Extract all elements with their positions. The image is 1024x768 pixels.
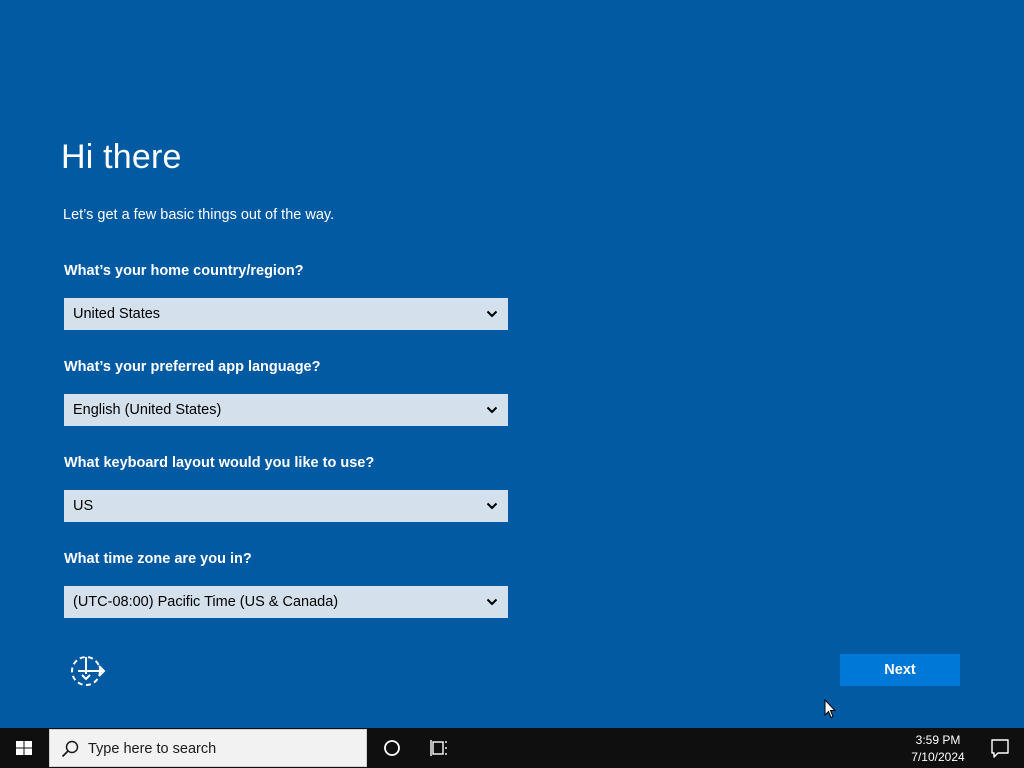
start-button[interactable]: [0, 728, 48, 768]
keyboard-layout-label: What keyboard layout would you like to u…: [64, 455, 375, 471]
chevron-down-icon: [486, 502, 498, 510]
app-language-label: What’s your preferred app language?: [64, 359, 321, 375]
task-view-icon: [430, 740, 447, 756]
next-button[interactable]: Next: [840, 654, 960, 686]
country-region-value: United States: [73, 306, 161, 322]
chevron-down-icon: [486, 406, 498, 414]
search-placeholder: Type here to search: [88, 741, 217, 757]
taskbar-clock[interactable]: 3:59 PM 7/10/2024: [900, 730, 976, 766]
page-title: Hi there: [61, 138, 182, 176]
taskbar: Type here to search 3:59 PM 7/10/2024: [0, 728, 1024, 768]
windows-logo-icon: [16, 741, 32, 755]
app-language-dropdown[interactable]: English (United States): [64, 394, 508, 426]
keyboard-layout-dropdown[interactable]: US: [64, 490, 508, 522]
chevron-down-icon: [486, 310, 498, 318]
ease-of-access-icon[interactable]: [68, 654, 108, 688]
action-center-icon: [991, 739, 1009, 758]
country-region-dropdown[interactable]: United States: [64, 298, 508, 330]
search-icon: [61, 740, 79, 758]
mouse-pointer-icon: [824, 699, 836, 719]
time-zone-value: (UTC-08:00) Pacific Time (US & Canada): [73, 594, 339, 610]
task-view-button[interactable]: [416, 728, 464, 768]
time-zone-dropdown[interactable]: (UTC-08:00) Pacific Time (US & Canada): [64, 586, 508, 618]
country-region-label: What’s your home country/region?: [64, 263, 304, 279]
taskbar-search-box[interactable]: Type here to search: [49, 729, 367, 767]
cortana-button[interactable]: [368, 728, 416, 768]
cortana-circle-icon: [384, 740, 400, 756]
time-zone-label: What time zone are you in?: [64, 551, 252, 567]
keyboard-layout-value: US: [73, 498, 94, 514]
app-language-value: English (United States): [73, 402, 222, 418]
clock-time: 3:59 PM: [915, 733, 961, 747]
chevron-down-icon: [486, 598, 498, 606]
oobe-screen: Hi there Let’s get a few basic things ou…: [0, 0, 1024, 768]
action-center-button[interactable]: [976, 728, 1024, 768]
page-subtitle: Let’s get a few basic things out of the …: [63, 207, 335, 223]
clock-date: 7/10/2024: [911, 750, 965, 764]
